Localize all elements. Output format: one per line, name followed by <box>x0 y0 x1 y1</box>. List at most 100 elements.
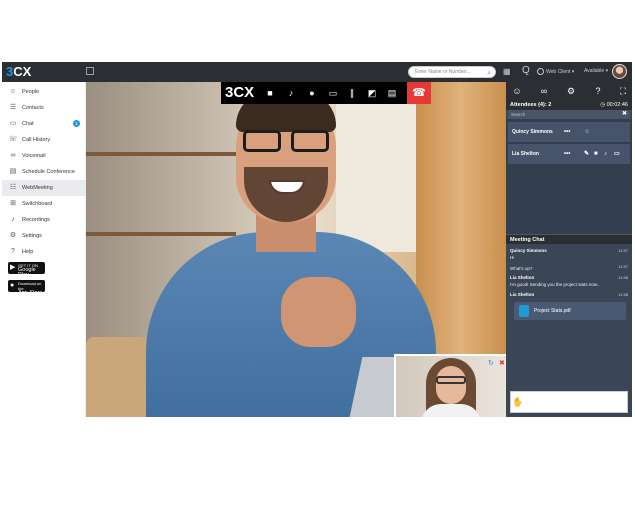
google-play-icon: ▶ <box>10 264 16 271</box>
record-button[interactable]: ● <box>305 85 319 101</box>
chat-icon[interactable]: ▭ <box>614 144 620 164</box>
chat-badge: 1 <box>73 120 80 127</box>
person-icon[interactable]: ☺ <box>584 122 590 142</box>
sidebar-item-help[interactable]: ? Help <box>2 244 86 260</box>
switchboard-icon: ⊞ <box>10 200 16 207</box>
file-attachment[interactable]: Project Stats.pdf <box>514 302 626 320</box>
search-input[interactable]: Enter Name or Number... ⌕ <box>408 66 496 78</box>
participant-hands <box>281 277 356 347</box>
attendee-row[interactable]: Lia Shelton ••• ✎ ■ ♪ ▭ <box>508 144 630 164</box>
background-shelf <box>86 232 236 236</box>
send-icon[interactable]: ➜ <box>618 397 626 408</box>
chat-message: Quincy Simmons 11:57 Hi <box>510 248 628 260</box>
raise-hand-icon[interactable]: ✋ <box>512 397 523 408</box>
background-window <box>336 102 416 252</box>
3cx-call-logo: 3CX <box>225 84 255 101</box>
sidebar-item-schedule-conference[interactable]: ▤ Schedule Conference <box>2 164 86 180</box>
webmeeting-icon: ☷ <box>9 184 17 191</box>
calendar-icon: ▤ <box>9 168 17 175</box>
link-icon[interactable]: ∞ <box>537 84 551 98</box>
sidebar-item-switchboard[interactable]: ⊞ Switchboard <box>2 196 86 212</box>
camera-icon: ■ <box>267 88 273 98</box>
top-bar: 3CX Enter Name or Number... ⌕ ▦ Q Web Cl… <box>2 62 632 82</box>
main-video: 3CX ■ ♪ ● ▭ ∥ ◩ ▤ ☎ ↻ ✖ <box>86 82 506 417</box>
participant-glasses <box>243 130 331 152</box>
document-button[interactable]: ▤ <box>385 85 399 101</box>
google-play-badge[interactable]: ▶ GET IT ON Google Play <box>8 262 45 278</box>
menu-toggle-icon[interactable] <box>86 67 94 75</box>
sidebar-item-webmeeting[interactable]: ☷ WebMeeting <box>2 180 86 196</box>
paperclip-icon: ∥ <box>349 88 355 98</box>
fullscreen-icon[interactable]: ⛶ <box>616 84 630 98</box>
whiteboard-button[interactable]: ◩ <box>365 85 379 101</box>
voicemail-icon: ∞ <box>10 152 16 159</box>
3cx-logo: 3CX <box>6 64 32 79</box>
call-toolbar: 3CX ■ ♪ ● ▭ ∥ ◩ ▤ ☎ <box>221 82 431 104</box>
sidebar-item-contacts[interactable]: ☰ Contacts <box>2 100 86 116</box>
app-window: 3CX Enter Name or Number... ⌕ ▦ Q Web Cl… <box>2 62 632 417</box>
help-icon[interactable]: ? <box>591 84 605 98</box>
sidebar-item-people[interactable]: ☺ People <box>2 84 86 100</box>
file-icon <box>519 305 529 317</box>
globe-icon <box>537 68 544 75</box>
upload-icon[interactable]: ⇪ <box>532 397 540 408</box>
more-icon[interactable]: ••• <box>564 144 570 164</box>
contacts-icon: ☰ <box>9 104 17 111</box>
sidebar: ☺ People ☰ Contacts ▭ Chat 1 ☏ Call History ∞… <box>2 82 86 417</box>
phone-hangup-icon: ☎ <box>412 87 426 99</box>
panel-tabs: ☺ ∞ ⚙ ? ⛶ <box>506 82 632 100</box>
add-participant-icon[interactable]: ☺ <box>510 84 524 98</box>
speaker-icon[interactable]: ◀ <box>598 397 605 408</box>
microphone-icon: ♪ <box>11 216 15 223</box>
sidebar-item-voicemail[interactable]: ∞ Voicemail <box>2 148 86 164</box>
self-glasses <box>436 376 466 384</box>
meeting-timer: ◷ 00:02:46 <box>600 102 628 108</box>
attendee-search-input[interactable]: Search ✖ <box>508 110 630 119</box>
camera-button[interactable]: ■ <box>263 85 277 101</box>
self-face <box>436 366 466 404</box>
dialpad-icon[interactable]: ▦ <box>503 67 511 76</box>
apple-icon: ● <box>10 282 15 289</box>
microphone-icon: ♪ <box>288 88 294 98</box>
status-menu[interactable]: Available ▾ <box>584 68 608 74</box>
right-panel: ☺ ∞ ⚙ ? ⛶ Attendees (4): 2 ◷ 00:02:46 Se… <box>506 82 632 417</box>
microphone-button[interactable]: ♪ <box>284 85 298 101</box>
avatar[interactable] <box>612 64 627 79</box>
microphone-icon[interactable]: ♪ <box>604 144 607 164</box>
search-placeholder: Enter Name or Number... <box>415 69 471 75</box>
chat-input[interactable] <box>510 391 628 413</box>
background-shelf <box>86 152 236 156</box>
call-history-icon: ☏ <box>8 136 18 143</box>
monitor-icon: ▭ <box>328 88 338 98</box>
app-store-badge[interactable]: ● Download on the App Store <box>8 280 45 296</box>
sidebar-item-call-history[interactable]: ☏ Call History <box>2 132 86 148</box>
search-icon[interactable]: ⌕ <box>487 68 491 79</box>
chat-messages: Quincy Simmons 11:57 Hi 11:57 What's up?… <box>506 244 632 389</box>
chat-header: Meeting Chat <box>506 234 632 244</box>
help-icon: ? <box>11 248 15 255</box>
close-icon[interactable]: ✖ <box>622 110 627 119</box>
refresh-icon[interactable]: ↻ <box>488 359 494 367</box>
chat-icon: ▭ <box>9 120 17 127</box>
presenter-icon[interactable]: ✎ <box>584 144 589 164</box>
sidebar-item-settings[interactable]: ⚙ Settings <box>2 228 86 244</box>
gear-icon[interactable]: ⚙ <box>564 84 578 98</box>
attendees-header: Attendees (4): 2 ◷ 00:02:46 <box>506 100 632 110</box>
person-icon: ☺ <box>9 88 17 95</box>
chat-message: Lia Shelton 11:58 <box>510 292 628 297</box>
hang-up-button[interactable]: ☎ <box>407 82 431 104</box>
attach-file-button[interactable]: ∥ <box>345 85 359 101</box>
web-client-menu[interactable]: Web Client ▾ <box>537 68 574 75</box>
more-icon[interactable]: ••• <box>564 122 570 142</box>
record-icon: ● <box>309 88 315 98</box>
attendee-row[interactable]: Quincy Simmons ••• ☺ <box>508 122 630 142</box>
chat-message: Lia Shelton 11:58 I'm good! Sending you … <box>510 275 628 287</box>
close-icon[interactable]: ✖ <box>499 359 505 367</box>
sidebar-item-chat[interactable]: ▭ Chat 1 <box>2 116 86 132</box>
self-view-video[interactable]: ↻ ✖ <box>394 354 506 417</box>
gear-icon: ⚙ <box>9 232 17 239</box>
queue-icon[interactable]: Q <box>522 65 530 76</box>
camera-icon[interactable]: ■ <box>594 144 598 164</box>
sidebar-item-recordings[interactable]: ♪ Recordings <box>2 212 86 228</box>
share-screen-button[interactable]: ▭ <box>326 85 340 101</box>
